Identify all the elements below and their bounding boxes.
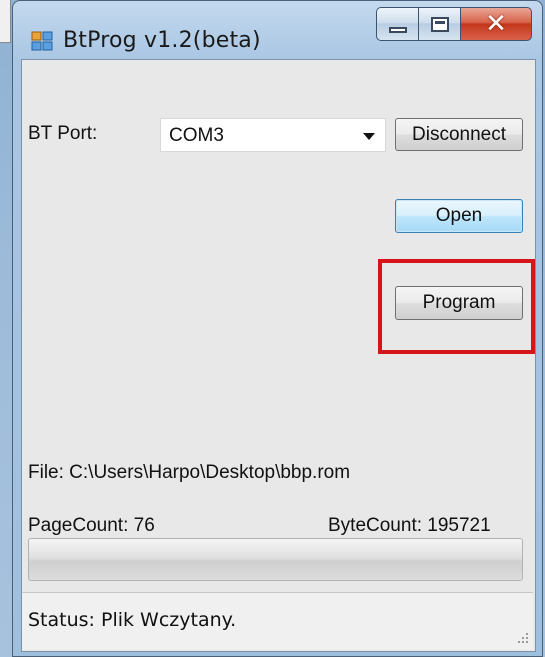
progress-bar bbox=[28, 538, 523, 581]
chevron-down-icon[interactable] bbox=[363, 133, 375, 140]
maximize-button[interactable] bbox=[418, 7, 460, 41]
page-count-label: PageCount: 76 bbox=[28, 515, 155, 536]
resize-grip-icon[interactable] bbox=[515, 630, 529, 644]
file-path-label: File: C:\Users\Harpo\Desktop\bbp.rom bbox=[28, 462, 351, 483]
port-select-value: COM3 bbox=[169, 125, 224, 146]
close-button[interactable]: ✕ bbox=[460, 7, 532, 41]
minimize-button[interactable] bbox=[376, 7, 418, 41]
bt-port-label: BT Port: bbox=[28, 123, 98, 144]
minimize-icon bbox=[388, 27, 407, 33]
app-window-icon[interactable] bbox=[31, 31, 53, 51]
byte-count-label: ByteCount: 195721 bbox=[328, 515, 491, 536]
status-bar: Status: Plik Wczytany. bbox=[22, 592, 533, 650]
highlight-box bbox=[378, 259, 535, 354]
background-window-fragment bbox=[0, 0, 11, 43]
app-window: BtProg v1.2(beta) ✕ BT Port: COM3 Discon… bbox=[12, 0, 543, 657]
status-text: Status: Plik Wczytany. bbox=[28, 609, 237, 631]
close-icon: ✕ bbox=[485, 9, 507, 39]
caption-buttons: ✕ bbox=[376, 7, 532, 45]
window-title: BtProg v1.2(beta) bbox=[63, 28, 261, 53]
disconnect-button[interactable]: Disconnect bbox=[395, 118, 523, 151]
title-bar[interactable]: BtProg v1.2(beta) ✕ bbox=[13, 1, 542, 59]
open-button[interactable]: Open bbox=[395, 199, 523, 233]
port-select[interactable]: COM3 bbox=[160, 118, 386, 152]
maximize-icon bbox=[430, 16, 449, 32]
client-area: BT Port: COM3 Disconnect Open Program Fi… bbox=[21, 59, 536, 652]
